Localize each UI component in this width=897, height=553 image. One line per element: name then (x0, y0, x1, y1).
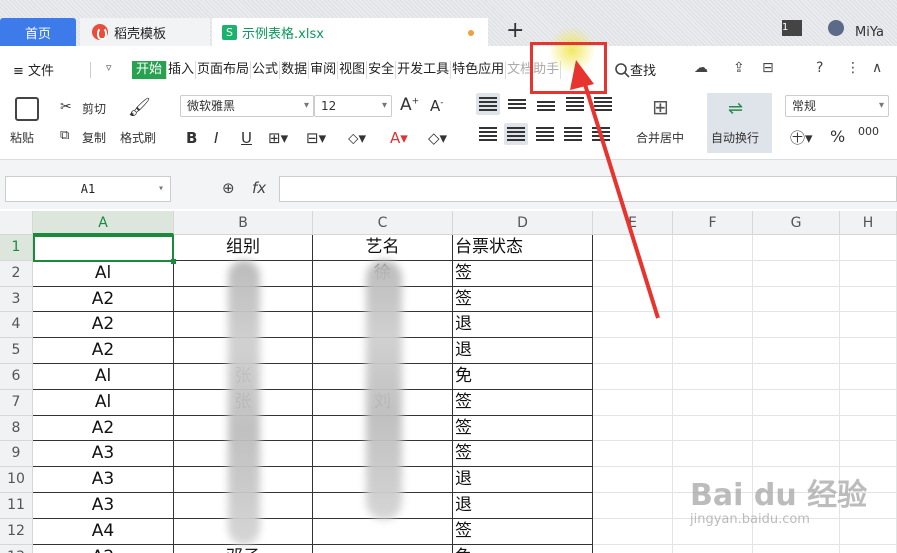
watermark: Bai du 经验 (690, 478, 868, 513)
watermark-url: jingyan.baidu.com (690, 512, 810, 527)
